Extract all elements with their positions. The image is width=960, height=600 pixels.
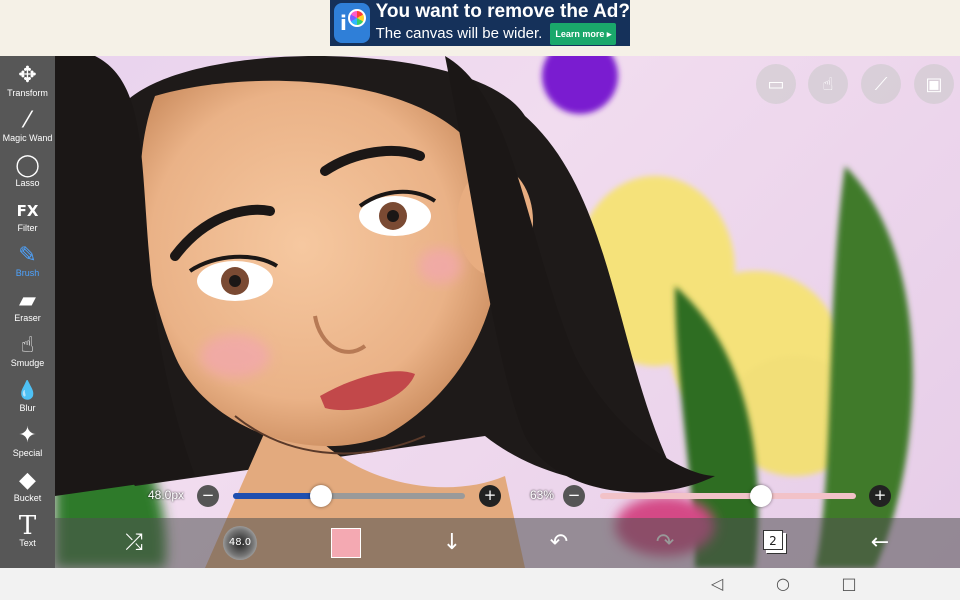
fx-icon: FX	[16, 202, 39, 220]
tool-switch-icon[interactable]: ⤮	[117, 526, 151, 560]
brush-size-preview[interactable]: 48.0	[223, 526, 257, 560]
layers-count: 2	[763, 530, 783, 550]
tool-smudge[interactable]: ☝ Smudge	[0, 330, 55, 375]
bucket-icon: ◆	[19, 468, 36, 493]
opacity-value: 63%	[530, 488, 555, 502]
learn-more-button[interactable]: Learn more ▸	[550, 23, 617, 45]
tool-label: Magic Wand	[2, 133, 53, 143]
size-decrease-button[interactable]: −	[197, 485, 219, 507]
tool-brush[interactable]: ✎ Brush	[0, 240, 55, 285]
tool-special[interactable]: ✦ Special	[0, 420, 55, 465]
brush-icon: ✎	[18, 243, 37, 268]
ad-banner[interactable]: i You want to remove the Ad? The canvas …	[330, 0, 630, 46]
bottom-toolbar: ⤮ 48.0 ↓ ↶ ↷ 2 ←	[55, 518, 960, 568]
system-navigation-bar: ◁ ○ □	[0, 568, 960, 600]
smudge-icon: ☝	[20, 333, 35, 358]
size-slider-fill	[233, 493, 322, 499]
ruler-icon[interactable]: ⟋	[861, 64, 901, 104]
tool-label: Bucket	[13, 493, 42, 503]
eraser-icon: ▰	[19, 288, 36, 313]
drawing-canvas[interactable]: ▭ ☝ ⟋ ▣ 48.0px − + 63% − +	[55, 56, 960, 568]
back-arrow-icon[interactable]: ←	[863, 526, 897, 560]
tool-label: Smudge	[10, 358, 45, 368]
tool-blur[interactable]: 💧 Blur	[0, 375, 55, 420]
size-increase-button[interactable]: +	[479, 485, 501, 507]
color-swatch[interactable]	[331, 528, 361, 558]
transform-icon: ✥	[18, 63, 37, 88]
tool-magic-wand[interactable]: ⁄ Magic Wand	[0, 105, 55, 150]
artwork	[55, 56, 913, 568]
tool-text[interactable]: T Text	[0, 510, 55, 555]
tool-sidebar: ✥ Transform ⁄ Magic Wand ◯ Lasso FX Filt…	[0, 56, 55, 568]
tool-label: Lasso	[15, 178, 40, 188]
brush-size-value: 48.0px	[148, 488, 185, 502]
download-arrow-icon[interactable]: ↓	[435, 526, 469, 560]
tool-lasso[interactable]: ◯ Lasso	[0, 150, 55, 195]
hand-tool-icon[interactable]: ☝	[808, 64, 848, 104]
text-icon: T	[18, 511, 37, 541]
opacity-decrease-button[interactable]: −	[563, 485, 585, 507]
redo-icon[interactable]: ↷	[648, 526, 682, 560]
nav-recents-icon[interactable]: □	[839, 574, 859, 594]
layers-button[interactable]: 2	[757, 526, 791, 560]
tool-label: Blur	[19, 403, 36, 413]
ad-subtitle: The canvas will be wider.	[375, 25, 543, 42]
brush-preview-size: 48.0	[228, 537, 252, 548]
undo-icon[interactable]: ↶	[542, 526, 576, 560]
nav-back-icon[interactable]: ◁	[707, 574, 727, 594]
ibispaint-logo-icon: i	[334, 3, 370, 43]
opacity-increase-button[interactable]: +	[869, 485, 891, 507]
size-slider-thumb[interactable]	[310, 485, 333, 507]
tool-label: Text	[19, 538, 36, 548]
ad-area: i You want to remove the Ad? The canvas …	[0, 0, 960, 56]
tool-label: Eraser	[14, 313, 41, 323]
selection-layer-icon[interactable]: ▭	[756, 64, 796, 104]
tool-bucket[interactable]: ◆ Bucket	[0, 465, 55, 510]
blur-drop-icon: 💧	[16, 380, 39, 401]
tool-label: Transform	[7, 88, 48, 98]
tool-transform[interactable]: ✥ Transform	[0, 60, 55, 105]
tool-label: Filter	[17, 223, 38, 233]
reference-image-icon[interactable]: ▣	[914, 64, 954, 104]
special-icon: ✦	[18, 423, 37, 448]
ad-title: You want to remove the Ad?	[375, 1, 630, 22]
tool-label: Brush	[15, 268, 40, 278]
lasso-icon: ◯	[15, 153, 40, 178]
opacity-slider-track[interactable]	[600, 493, 856, 499]
tool-filter[interactable]: FX Filter	[0, 195, 55, 240]
tool-label: Special	[12, 448, 43, 458]
magic-wand-icon: ⁄	[25, 108, 30, 133]
tool-eraser[interactable]: ▰ Eraser	[0, 285, 55, 330]
nav-home-icon[interactable]: ○	[773, 574, 793, 594]
